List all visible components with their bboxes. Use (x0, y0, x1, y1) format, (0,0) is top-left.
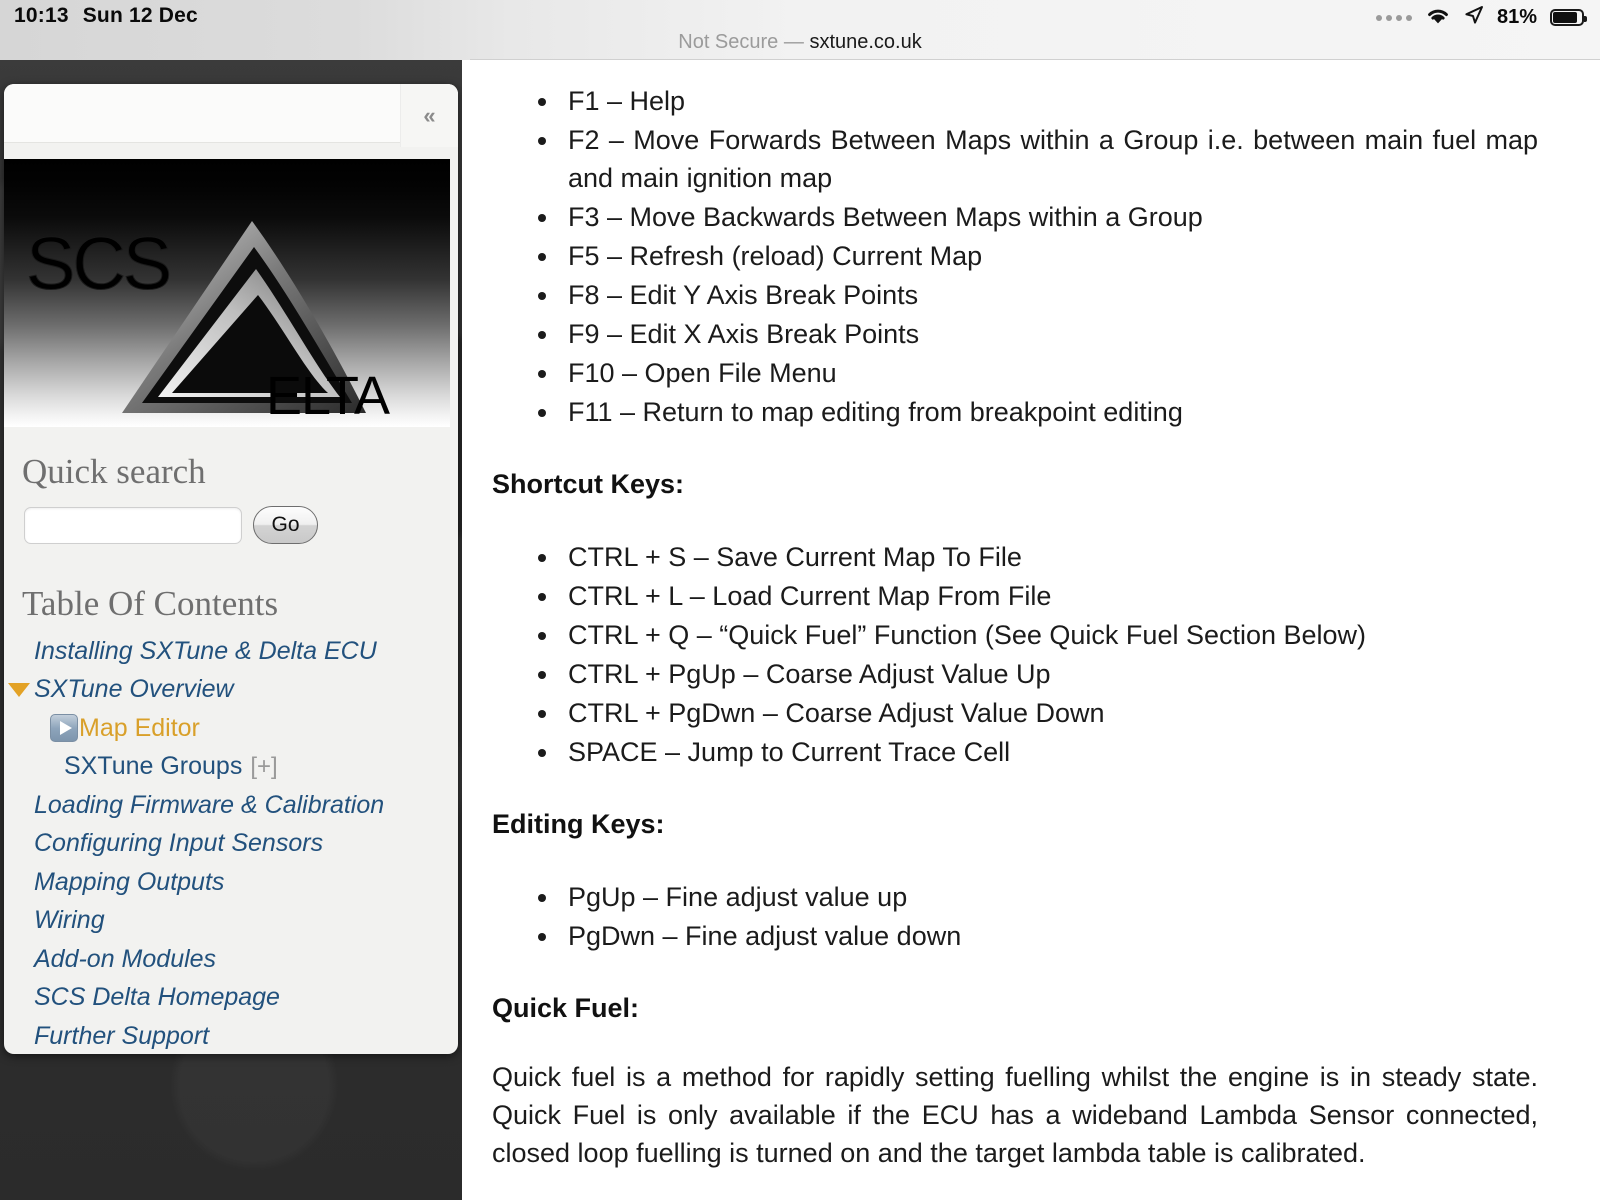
screen-root: 10:13 Sun 12 Dec (0, 0, 1600, 1200)
toc-item-sxtune-groups[interactable]: SXTune Groups [+] (4, 748, 458, 787)
status-bar-left: 10:13 Sun 12 Dec (14, 4, 198, 28)
toc-link-label: Map Editor (79, 714, 200, 743)
url-separator: — (784, 31, 804, 53)
wifi-icon (1425, 6, 1451, 30)
list-item: CTRL + PgDwn – Coarse Adjust Value Down (536, 694, 1538, 732)
documentation-sidebar: « SCS (4, 84, 458, 1054)
spacer (492, 500, 1538, 538)
list-item: CTRL + S – Save Current Map To File (536, 538, 1538, 576)
toc-item-map-editor[interactable]: Map Editor (4, 709, 458, 748)
toc-item-loading-firmware[interactable]: Loading Firmware & Calibration (4, 786, 458, 825)
toc-item-sxtune-overview[interactable]: SXTune Overview (4, 671, 458, 710)
document-content: F1 – Help F2 – Move Forwards Between Map… (462, 60, 1600, 1200)
list-item: F8 – Edit Y Axis Break Points (536, 276, 1538, 314)
list-item: F1 – Help (536, 82, 1538, 120)
toc-item-wiring[interactable]: Wiring (4, 902, 458, 941)
chevron-double-left-icon: « (423, 103, 435, 129)
quick-search-heading: Quick search (22, 452, 206, 492)
toc-item-installing[interactable]: Installing SXTune & Delta ECU (4, 632, 458, 671)
toc-link-label: Mapping Outputs (34, 868, 224, 897)
list-item: SPACE – Jump to Current Trace Cell (536, 733, 1538, 771)
list-item: F9 – Edit X Axis Break Points (536, 315, 1538, 353)
url-domain: sxtune.co.uk (809, 31, 921, 53)
toc-link-label: Further Support (34, 1022, 209, 1051)
toc-link-label: SCS Delta Homepage (34, 983, 280, 1012)
shortcut-keys-heading: Shortcut Keys: (492, 469, 1538, 500)
function-keys-list: F1 – Help F2 – Move Forwards Between Map… (536, 82, 1538, 431)
not-secure-label: Not Secure (678, 31, 778, 53)
toc-item-further-support[interactable]: Further Support (4, 1017, 458, 1054)
toc-link-label: Configuring Input Sensors (34, 829, 323, 858)
shortcut-keys-list: CTRL + S – Save Current Map To File CTRL… (536, 538, 1538, 771)
toc-item-configuring-input-sensors[interactable]: Configuring Input Sensors (4, 825, 458, 864)
search-input[interactable] (24, 507, 242, 544)
logo-word-text: ELTA (266, 369, 389, 423)
sidebar-top-strip (4, 84, 458, 143)
location-arrow-icon (1464, 5, 1484, 30)
address-bar[interactable]: Not Secure — sxtune.co.uk (0, 30, 1600, 54)
toc-link-label: Loading Firmware & Calibration (34, 791, 384, 820)
list-item: F5 – Refresh (reload) Current Map (536, 237, 1538, 275)
toc-link-label: Wiring (34, 906, 105, 935)
status-date: Sun 12 Dec (83, 4, 198, 28)
toc-item-mapping-outputs[interactable]: Mapping Outputs (4, 863, 458, 902)
web-page: « SCS (0, 60, 1600, 1200)
browser-chrome: 10:13 Sun 12 Dec (0, 0, 1600, 60)
toc-expand-plus[interactable]: [+] (250, 753, 277, 781)
list-item: CTRL + PgUp – Coarse Adjust Value Up (536, 655, 1538, 693)
battery-percent-label: 81% (1497, 6, 1537, 29)
quick-fuel-paragraph: Quick fuel is a method for rapidly setti… (492, 1058, 1538, 1172)
editing-keys-heading: Editing Keys: (492, 809, 1538, 840)
toc-heading: Table Of Contents (22, 584, 278, 624)
list-item: F10 – Open File Menu (536, 354, 1538, 392)
list-item: F3 – Move Backwards Between Maps within … (536, 198, 1538, 236)
list-item: F11 – Return to map editing from breakpo… (536, 393, 1538, 431)
search-go-button[interactable]: Go (253, 506, 318, 544)
toc-item-add-on-modules[interactable]: Add-on Modules (4, 940, 458, 979)
status-bar-right: 81% (1376, 5, 1584, 30)
toc-link-label: Installing SXTune & Delta ECU (34, 637, 377, 666)
toc-link-label: SXTune Groups (64, 752, 242, 781)
toc-link-label: Add-on Modules (34, 945, 216, 974)
list-item: PgUp – Fine adjust value up (536, 878, 1538, 916)
editing-keys-list: PgUp – Fine adjust value up PgDwn – Fine… (536, 878, 1538, 955)
list-item: CTRL + Q – “Quick Fuel” Function (See Qu… (536, 616, 1538, 654)
play-icon[interactable] (50, 714, 78, 742)
spacer (492, 840, 1538, 878)
list-item: PgDwn – Fine adjust value down (536, 917, 1538, 955)
status-time: 10:13 (14, 4, 69, 28)
list-item: CTRL + L – Load Current Map From File (536, 577, 1538, 615)
list-item: F2 – Move Forwards Between Maps within a… (536, 121, 1538, 197)
scs-delta-logo[interactable]: SCS (4, 159, 450, 427)
cellular-dots-icon (1376, 15, 1412, 21)
toc-link-label: SXTune Overview (34, 675, 234, 704)
expander-triangle-icon[interactable] (8, 683, 30, 697)
table-of-contents: Installing SXTune & Delta ECU SXTune Ove… (4, 632, 458, 1054)
quick-fuel-heading: Quick Fuel: (492, 993, 1538, 1024)
ios-status-bar: 10:13 Sun 12 Dec (0, 0, 1600, 34)
toc-item-scs-delta-homepage[interactable]: SCS Delta Homepage (4, 979, 458, 1018)
sidebar-collapse-button[interactable]: « (400, 84, 458, 147)
battery-icon (1550, 9, 1584, 26)
